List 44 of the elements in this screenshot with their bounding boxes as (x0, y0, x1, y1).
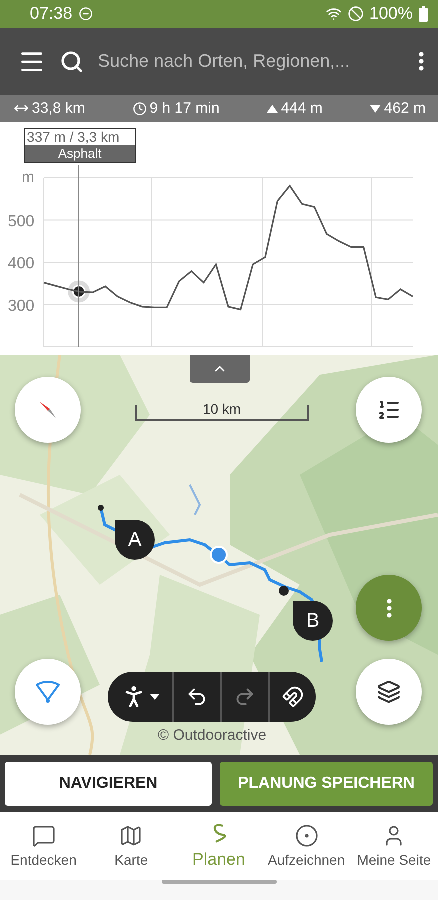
beam-icon (35, 680, 61, 704)
axis-label: m (22, 169, 34, 186)
layers-icon (377, 680, 401, 704)
search-icon (60, 50, 84, 74)
up-triangle-icon (267, 104, 278, 112)
axis-tick-label: 500 (8, 213, 35, 230)
axis-tick-label: 400 (8, 256, 35, 272)
blocked-icon (348, 6, 364, 22)
magnet-icon (282, 686, 304, 708)
navigate-button[interactable]: NAVIGIEREN (5, 762, 212, 806)
clock-icon (132, 102, 147, 116)
record-icon (294, 824, 319, 848)
waypoint-dot (279, 586, 289, 596)
battery-percent: 100% (370, 4, 413, 24)
do-not-disturb-icon (78, 7, 93, 21)
speech-bubble-icon (32, 824, 56, 848)
stat-value: 9 h 17 min (150, 100, 220, 117)
nav-tab[interactable]: Entdecken (0, 824, 88, 868)
more-icon (386, 598, 392, 618)
tooltip-value: 337 m / 3,3 km (26, 129, 121, 145)
axis-tick-label: 300 (8, 298, 35, 315)
nav-tab[interactable]: Karte (88, 824, 176, 868)
redo-icon (234, 686, 256, 708)
more-icon (419, 52, 424, 71)
tooltip-surface: Asphalt (25, 145, 136, 162)
stat-value: 462 m (384, 100, 426, 117)
nav-tab[interactable]: Aufzeichnen (262, 824, 350, 868)
undo-icon (186, 686, 208, 708)
scale-label: 10 km (202, 401, 242, 417)
down-triangle-icon (370, 104, 382, 112)
position-dot (68, 280, 90, 303)
battery-icon (419, 6, 428, 22)
numbered-list-icon (377, 398, 401, 422)
map-icon (119, 824, 144, 848)
route-icon (212, 822, 226, 846)
wifi-icon (326, 6, 342, 22)
stat-value: 33,8 km (32, 100, 86, 117)
more-options-button[interactable] (419, 52, 424, 71)
caret-icon (150, 694, 160, 700)
nav-tab[interactable]: Meine Seite (350, 824, 438, 868)
status-time: 07:38 (30, 4, 73, 24)
stat-value: 444 m (281, 100, 323, 117)
location-dot (210, 546, 228, 564)
map-attribution: © Outdooractive (158, 727, 267, 744)
